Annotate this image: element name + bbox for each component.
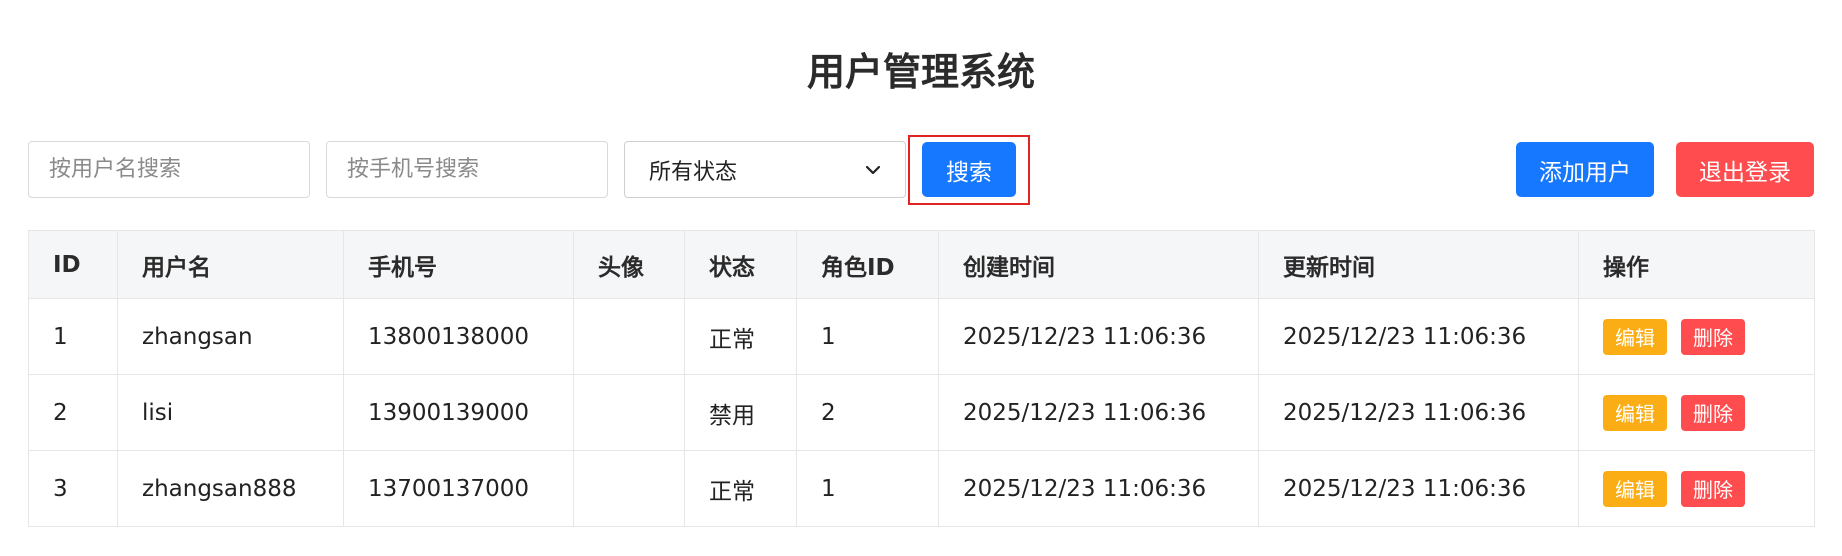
table-row: 2 lisi 13900139000 禁用 2 2025/12/23 11:06… xyxy=(28,374,1815,451)
cell-role-id: 1 xyxy=(796,298,939,375)
delete-button[interactable]: 删除 xyxy=(1681,394,1745,431)
cell-actions: 编辑 删除 xyxy=(1578,298,1815,375)
table-row: 3 zhangsan888 13700137000 正常 1 2025/12/2… xyxy=(28,450,1815,527)
header-status: 状态 xyxy=(684,230,797,299)
table-header-row: ID 用户名 手机号 头像 状态 角色ID 创建时间 更新时间 操作 xyxy=(28,230,1815,299)
cell-role-id: 1 xyxy=(796,450,939,527)
phone-search-input[interactable] xyxy=(326,141,608,198)
header-updated-time: 更新时间 xyxy=(1258,230,1579,299)
cell-updated-time: 2025/12/23 11:06:36 xyxy=(1258,374,1579,451)
cell-status: 禁用 xyxy=(684,374,797,451)
cell-id: 1 xyxy=(28,298,118,375)
header-actions: 操作 xyxy=(1578,230,1815,299)
username-search-input[interactable] xyxy=(28,141,310,198)
cell-avatar xyxy=(573,374,685,451)
header-created-time: 创建时间 xyxy=(938,230,1259,299)
cell-phone: 13700137000 xyxy=(343,450,574,527)
header-avatar: 头像 xyxy=(573,230,685,299)
cell-updated-time: 2025/12/23 11:06:36 xyxy=(1258,298,1579,375)
cell-role-id: 2 xyxy=(796,374,939,451)
logout-button[interactable]: 退出登录 xyxy=(1676,142,1814,197)
edit-button[interactable]: 编辑 xyxy=(1603,470,1667,507)
cell-avatar xyxy=(573,298,685,375)
header-role-id: 角色ID xyxy=(796,230,939,299)
cell-actions: 编辑 删除 xyxy=(1578,450,1815,527)
delete-button[interactable]: 删除 xyxy=(1681,470,1745,507)
cell-username: lisi xyxy=(117,374,344,451)
add-user-button[interactable]: 添加用户 xyxy=(1516,142,1654,197)
cell-created-time: 2025/12/23 11:06:36 xyxy=(938,450,1259,527)
user-management-page: 用户管理系统 所有状态 搜索 添加用户 退出登录 xyxy=(0,0,1842,556)
cell-phone: 13800138000 xyxy=(343,298,574,375)
cell-updated-time: 2025/12/23 11:06:36 xyxy=(1258,450,1579,527)
cell-id: 2 xyxy=(28,374,118,451)
cell-created-time: 2025/12/23 11:06:36 xyxy=(938,374,1259,451)
header-phone: 手机号 xyxy=(343,230,574,299)
cell-status: 正常 xyxy=(684,298,797,375)
cell-username: zhangsan xyxy=(117,298,344,375)
chevron-down-icon xyxy=(865,165,881,175)
edit-button[interactable]: 编辑 xyxy=(1603,394,1667,431)
table-row: 1 zhangsan 13800138000 正常 1 2025/12/23 1… xyxy=(28,298,1815,375)
cell-created-time: 2025/12/23 11:06:36 xyxy=(938,298,1259,375)
header-id: ID xyxy=(28,230,118,299)
edit-button[interactable]: 编辑 xyxy=(1603,318,1667,355)
search-toolbar: 所有状态 搜索 添加用户 退出登录 xyxy=(0,0,1842,210)
cell-id: 3 xyxy=(28,450,118,527)
cell-status: 正常 xyxy=(684,450,797,527)
search-button[interactable]: 搜索 xyxy=(922,142,1016,197)
status-select[interactable]: 所有状态 xyxy=(624,141,906,198)
cell-avatar xyxy=(573,450,685,527)
cell-actions: 编辑 删除 xyxy=(1578,374,1815,451)
delete-button[interactable]: 删除 xyxy=(1681,318,1745,355)
cell-username: zhangsan888 xyxy=(117,450,344,527)
cell-phone: 13900139000 xyxy=(343,374,574,451)
status-select-value: 所有状态 xyxy=(649,159,738,185)
header-username: 用户名 xyxy=(117,230,344,299)
user-table: ID 用户名 手机号 头像 状态 角色ID 创建时间 更新时间 操作 1 zha… xyxy=(28,230,1815,527)
